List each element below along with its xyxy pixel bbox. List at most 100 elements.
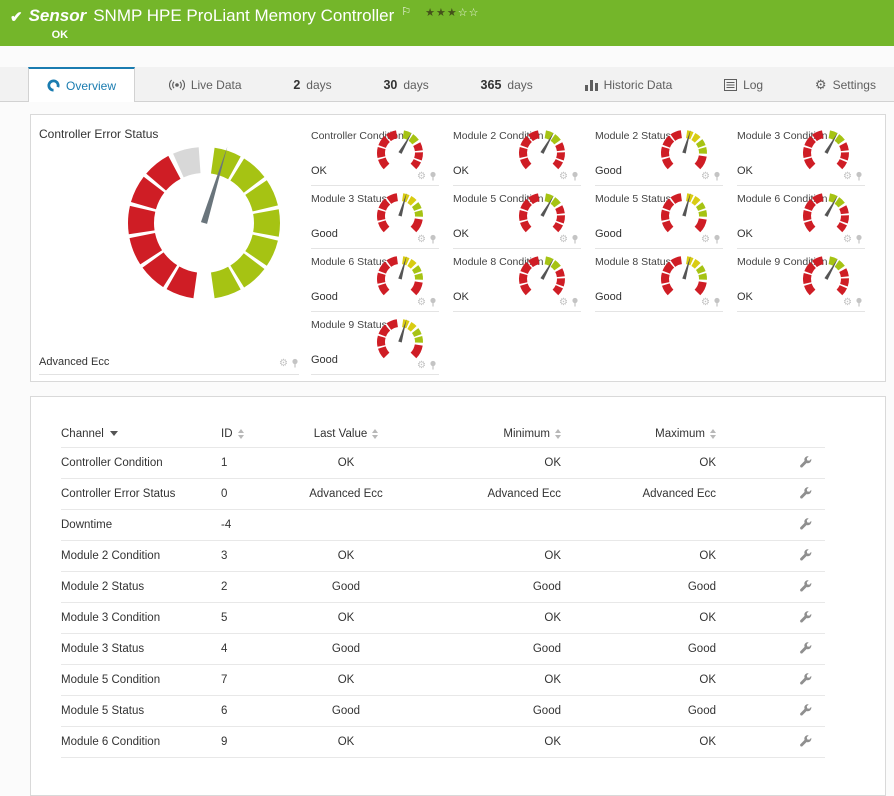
star-empty-icon[interactable]: ☆ [458,7,469,19]
cell-channel: Module 3 Status [61,633,221,665]
pin-icon[interactable] [571,234,579,244]
tab-overview[interactable]: Overview [28,67,136,102]
column-header-channel[interactable]: Channel [61,421,221,448]
tab-label: Overview [66,78,117,93]
channel-settings-icon[interactable] [799,641,812,654]
cell-id: 9 [221,726,301,758]
pin-icon[interactable] [855,234,863,244]
gear-icon[interactable]: ⚙ [701,297,710,307]
gear-icon[interactable]: ⚙ [279,358,288,368]
gear-icon[interactable]: ⚙ [843,297,852,307]
star-filled-icon[interactable]: ★ [447,7,458,19]
gauge-cell-icons: ⚙ [701,297,721,307]
gauge-cell-icons: ⚙ [417,171,437,181]
gear-icon[interactable]: ⚙ [843,171,852,181]
channel-settings-icon[interactable] [799,517,812,530]
row-actions [785,509,825,541]
gauge-cell-module-8-status: Module 8 Status Good ⚙ [595,249,723,312]
pin-icon[interactable] [571,171,579,181]
empty-cell [453,312,581,375]
gauge-cell-icons: ⚙ [843,234,863,244]
pin-icon[interactable] [291,358,299,368]
gear-icon[interactable]: ⚙ [843,234,852,244]
gear-icon[interactable]: ⚙ [417,171,426,181]
channel-settings-icon[interactable] [799,734,812,747]
tab-2-days[interactable]: 2 days [275,67,349,101]
channel-settings-icon[interactable] [799,548,812,561]
pin-icon[interactable] [429,360,437,370]
tab-historic-data[interactable]: Historic Data [567,67,691,101]
row-spacer [716,478,785,510]
empty-cell [737,312,865,375]
star-empty-icon[interactable]: ☆ [469,7,480,19]
row-spacer [716,664,785,696]
gauge-cell-icons: ⚙ [701,171,721,181]
pin-icon[interactable] [855,297,863,307]
cell-maximum: OK [561,540,716,572]
tab-live-data[interactable]: Live Data [151,67,260,101]
cell-last-value: Good [301,633,391,665]
tab-30-days[interactable]: 30 days [365,67,446,101]
column-header-id[interactable]: ID [221,421,301,448]
column-header-minimum[interactable]: Minimum [391,421,561,448]
tab-365-days[interactable]: 365 days [463,67,551,101]
star-filled-icon[interactable]: ★ [436,7,447,19]
pin-icon[interactable] [713,171,721,181]
priority-stars[interactable]: ★★★☆☆ [425,4,479,22]
gear-icon[interactable]: ⚙ [701,171,710,181]
gear-icon[interactable]: ⚙ [559,297,568,307]
main-gauge-cell: Controller Error Status Advanced Ecc ⚙ [39,123,311,375]
column-header-last-value[interactable]: Last Value [301,421,391,448]
main-gauge-footer: Advanced Ecc ⚙ [39,356,299,375]
row-spacer [716,509,785,541]
channel-settings-icon[interactable] [799,672,812,685]
cell-id: 6 [221,695,301,727]
sort-desc-icon [109,431,118,437]
cell-last-value: OK [301,540,391,572]
pin-icon[interactable] [855,171,863,181]
column-header-maximum[interactable]: Maximum [561,421,716,448]
column-label: ID [221,428,233,440]
pin-icon[interactable] [429,234,437,244]
tab-label: days [507,78,533,92]
pin-icon[interactable] [429,297,437,307]
cell-channel: Module 2 Status [61,571,221,603]
gauge-cell-module-9-condition: Module 9 Condition OK ⚙ [737,249,865,312]
table-row: Module 2 Condition 3 OK OK OK [61,540,825,572]
cell-channel: Module 3 Condition [61,602,221,634]
pin-icon[interactable] [713,234,721,244]
gauge-value: Good [311,354,338,366]
row-actions [785,571,825,603]
flag-icon[interactable]: ⚐ [401,5,411,19]
pin-icon[interactable] [713,297,721,307]
gear-icon[interactable]: ⚙ [701,234,710,244]
empty-cell [595,312,723,375]
gear-icon[interactable]: ⚙ [417,234,426,244]
channel-settings-icon[interactable] [799,486,812,499]
gear-icon[interactable]: ⚙ [417,360,426,370]
tab-label: days [403,78,429,92]
gauge-cell-icons: ⚙ [559,171,579,181]
channel-settings-icon[interactable] [799,610,812,623]
row-spacer [716,447,785,479]
tab-settings[interactable]: ⚙ Settings [797,67,894,101]
channel-settings-icon[interactable] [799,579,812,592]
channel-settings-icon[interactable] [799,703,812,716]
gauge-cell-module-6-status: Module 6 Status Good ⚙ [311,249,439,312]
table-row: Module 2 Status 2 Good Good Good [61,571,825,603]
tab-log[interactable]: Log [706,67,781,101]
table-row: Module 3 Status 4 Good Good Good [61,633,825,665]
star-filled-icon[interactable]: ★ [425,7,436,19]
pin-icon[interactable] [571,297,579,307]
pin-icon[interactable] [429,171,437,181]
gear-icon[interactable]: ⚙ [559,234,568,244]
cell-last-value: OK [301,664,391,696]
tab-number: 365 [480,78,502,92]
cell-last-value: Good [301,571,391,603]
row-actions [785,633,825,665]
gear-icon[interactable]: ⚙ [559,171,568,181]
channel-settings-icon[interactable] [799,455,812,468]
gear-icon[interactable]: ⚙ [417,297,426,307]
gauge-value: OK [737,228,753,240]
cell-minimum: OK [391,726,561,758]
